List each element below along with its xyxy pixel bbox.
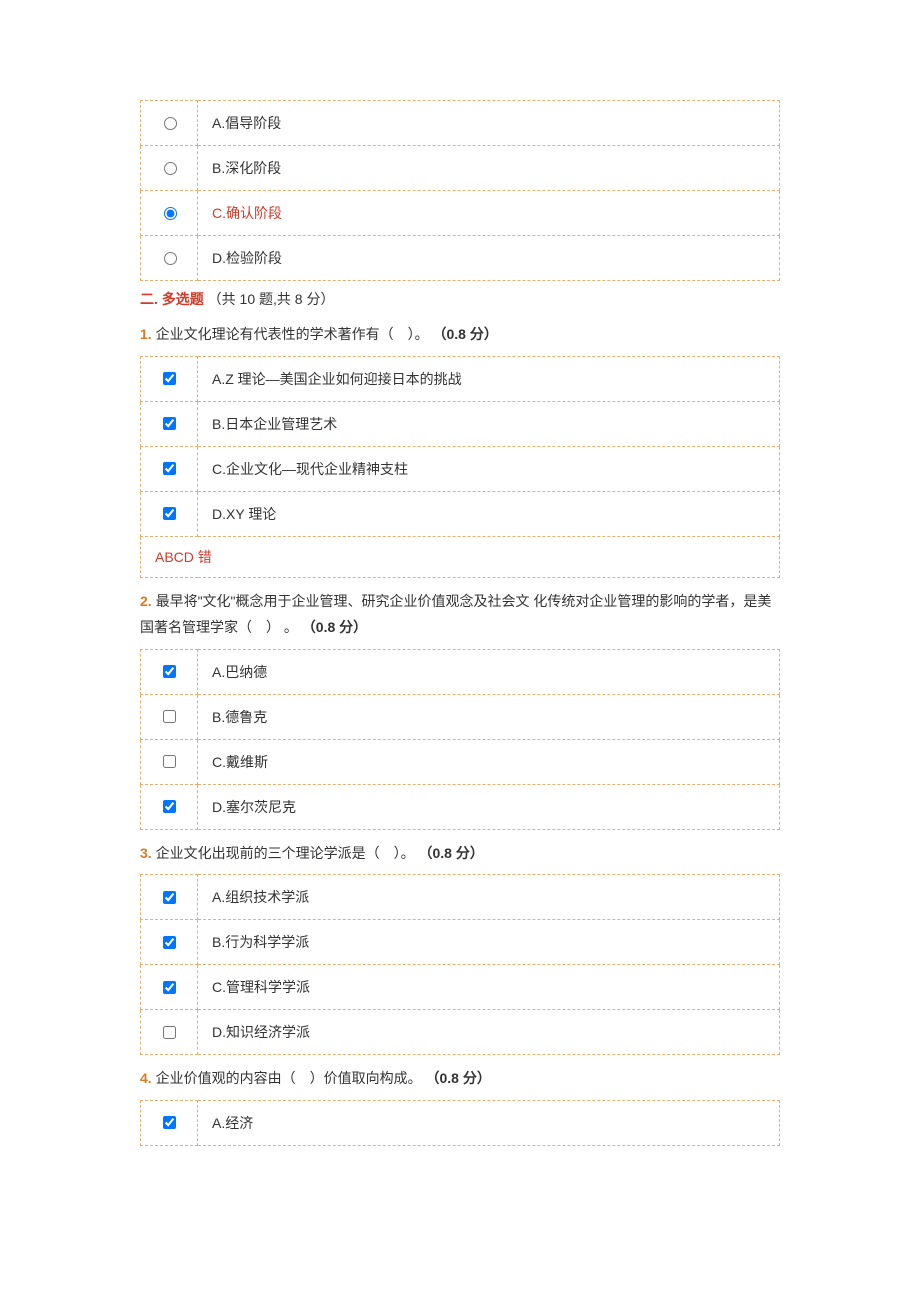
question-text: 企业文化出现前的三个理论学派是（ ）。 <box>152 845 419 861</box>
option-row: B.深化阶段 <box>141 146 780 191</box>
option-row: D.塞尔茨尼克 <box>141 784 780 829</box>
option-row: B.日本企业管理艺术 <box>141 401 780 446</box>
option-label: A.Z 理论—美国企业如何迎接日本的挑战 <box>212 371 462 387</box>
question-number: 2. <box>140 593 152 609</box>
option-label: C.管理科学学派 <box>212 979 310 995</box>
radio-option-d[interactable] <box>164 252 177 265</box>
option-label: B.行为科学学派 <box>212 934 309 950</box>
checkbox-option-a[interactable] <box>163 665 176 678</box>
question-points: （0.8 分） <box>425 1070 490 1086</box>
question-3: 3. 企业文化出现前的三个理论学派是（ ）。 （0.8 分） <box>140 840 780 867</box>
option-label: D.塞尔茨尼克 <box>212 799 296 815</box>
question-1: 1. 企业文化理论有代表性的学术著作有（ ）。 （0.8 分） <box>140 321 780 348</box>
question-4: 4. 企业价值观的内容由（ ）价值取向构成。 （0.8 分） <box>140 1065 780 1092</box>
option-label: A.巴纳德 <box>212 664 267 680</box>
question-2-options-table: A.巴纳德 B.德鲁克 C.戴维斯 D.塞尔茨尼克 <box>140 649 780 830</box>
question-text: 企业价值观的内容由（ ）价值取向构成。 <box>152 1070 426 1086</box>
question-text: 最早将"文化"概念用于企业管理、研究企业价值观念及社会文 化传统对企业管理的影响… <box>140 593 771 636</box>
checkbox-option-b[interactable] <box>163 710 176 723</box>
option-row: C.企业文化—现代企业精神支柱 <box>141 446 780 491</box>
option-label: C.戴维斯 <box>212 754 268 770</box>
question-points: （0.8 分） <box>418 845 483 861</box>
section-title: 多选题 <box>158 291 204 307</box>
radio-option-a[interactable] <box>164 117 177 130</box>
option-row: A.经济 <box>141 1100 780 1145</box>
question-4-options-table: A.经济 <box>140 1100 780 1146</box>
checkbox-option-a[interactable] <box>163 891 176 904</box>
option-label: B.德鲁克 <box>212 709 267 725</box>
question-number: 1. <box>140 326 152 342</box>
option-label: D.知识经济学派 <box>212 1024 310 1040</box>
radio-option-b[interactable] <box>164 162 177 175</box>
checkbox-option-c[interactable] <box>163 462 176 475</box>
option-row: D.知识经济学派 <box>141 1010 780 1055</box>
checkbox-option-d[interactable] <box>163 800 176 813</box>
option-label: A.倡导阶段 <box>212 115 281 131</box>
option-row: C.戴维斯 <box>141 739 780 784</box>
option-label: D.检验阶段 <box>212 250 282 266</box>
option-row: C.确认阶段 <box>141 191 780 236</box>
checkbox-option-b[interactable] <box>163 417 176 430</box>
option-row: A.倡导阶段 <box>141 101 780 146</box>
option-row: A.组织技术学派 <box>141 875 780 920</box>
question-text: 企业文化理论有代表性的学术著作有（ ）。 <box>152 326 433 342</box>
question-number: 3. <box>140 845 152 861</box>
checkbox-option-c[interactable] <box>163 981 176 994</box>
radio-option-c[interactable] <box>164 207 177 220</box>
question-points: （0.8 分） <box>432 326 497 342</box>
option-row: B.德鲁克 <box>141 694 780 739</box>
question-points: （0.8 分） <box>302 619 367 635</box>
checkbox-option-b[interactable] <box>163 936 176 949</box>
prev-question-options-table: A.倡导阶段 B.深化阶段 C.确认阶段 D.检验阶段 <box>140 100 780 281</box>
option-label: D.XY 理论 <box>212 506 276 522</box>
option-label: A.经济 <box>212 1115 253 1131</box>
checkbox-option-a[interactable] <box>163 1116 176 1129</box>
checkbox-option-c[interactable] <box>163 755 176 768</box>
option-row: D.XY 理论 <box>141 491 780 536</box>
option-label: C.确认阶段 <box>212 205 282 221</box>
question-2: 2. 最早将"文化"概念用于企业管理、研究企业价值观念及社会文 化传统对企业管理… <box>140 588 780 641</box>
option-label: B.日本企业管理艺术 <box>212 416 337 432</box>
question-number: 4. <box>140 1070 152 1086</box>
section-suffix: （共 10 题,共 8 分） <box>208 291 335 307</box>
option-row: D.检验阶段 <box>141 236 780 281</box>
option-label: C.企业文化—现代企业精神支柱 <box>212 461 408 477</box>
checkbox-option-a[interactable] <box>163 372 176 385</box>
option-row: C.管理科学学派 <box>141 965 780 1010</box>
feedback-text: ABCD 错 <box>155 549 212 565</box>
option-row: B.行为科学学派 <box>141 920 780 965</box>
question-1-options-table: A.Z 理论—美国企业如何迎接日本的挑战 B.日本企业管理艺术 C.企业文化—现… <box>140 356 780 578</box>
option-row: A.巴纳德 <box>141 649 780 694</box>
checkbox-option-d[interactable] <box>163 507 176 520</box>
option-row: A.Z 理论—美国企业如何迎接日本的挑战 <box>141 356 780 401</box>
question-3-options-table: A.组织技术学派 B.行为科学学派 C.管理科学学派 D.知识经济学派 <box>140 874 780 1055</box>
feedback-row: ABCD 错 <box>141 536 780 577</box>
section-header: 二. 多选题 （共 10 题,共 8 分） <box>140 289 780 309</box>
option-label: A.组织技术学派 <box>212 889 309 905</box>
section-prefix: 二. <box>140 291 158 307</box>
checkbox-option-d[interactable] <box>163 1026 176 1039</box>
option-label: B.深化阶段 <box>212 160 281 176</box>
